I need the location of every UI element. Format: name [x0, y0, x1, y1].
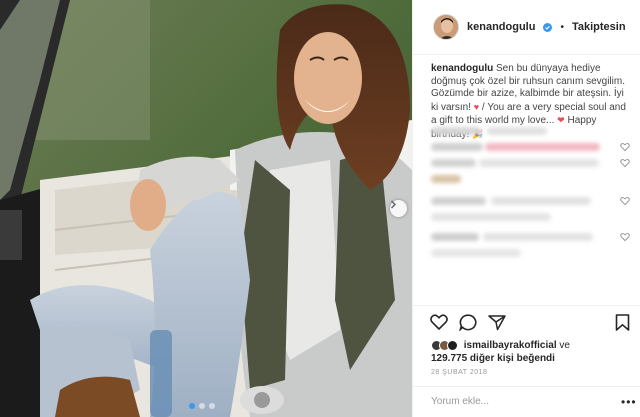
bookmark-icon [615, 314, 630, 331]
liker-avatar [447, 339, 458, 351]
carousel-dot [209, 403, 215, 409]
comment-item [413, 123, 640, 139]
action-icon-group [430, 314, 506, 331]
post-actions: ismailbayrakofficial ve 129.775 diğer ki… [413, 305, 640, 417]
header-separator: • [560, 21, 564, 33]
next-photo-button[interactable] [390, 200, 407, 217]
like-heart-icon[interactable] [430, 314, 448, 330]
comment-like-icon[interactable] [620, 196, 630, 206]
comment-item [413, 229, 640, 245]
add-comment-bar: ••• [413, 386, 640, 417]
author-avatar[interactable] [433, 14, 459, 40]
comment-input[interactable] [431, 396, 611, 407]
post-date: 28 ŞUBAT 2018 [431, 369, 488, 376]
comment-item [413, 245, 640, 261]
likes-count[interactable]: 129.775 diğer kişi beğendi [431, 353, 555, 364]
comment-icon[interactable] [459, 314, 477, 331]
comment-like-icon[interactable] [620, 142, 630, 152]
caption-username[interactable]: kenandogulu [431, 63, 493, 74]
carousel-indicator [189, 403, 215, 409]
likes-connector: ve [559, 340, 570, 351]
comment-item [413, 209, 640, 225]
carousel-dot [199, 403, 205, 409]
likes-summary: ismailbayrakofficial ve 129.775 diğer ki… [431, 339, 636, 365]
liker-avatars [431, 339, 458, 351]
post-photo[interactable] [0, 0, 412, 417]
carousel-dot-active [189, 403, 195, 409]
comment-item [413, 139, 640, 155]
photo-illustration [0, 0, 412, 417]
caption-separator: / [481, 101, 485, 113]
verified-badge-icon [543, 22, 553, 32]
comment-item [413, 171, 640, 187]
comment-item [413, 193, 640, 209]
comment-list [413, 123, 640, 261]
heart-emoji-icon: ♥ [473, 101, 480, 112]
post-sidebar: kenandogulu • Takiptesin kenandogulu Sen… [412, 0, 640, 417]
post-header: kenandogulu • Takiptesin [413, 0, 640, 55]
share-icon[interactable] [488, 314, 506, 331]
first-liker-username[interactable]: ismailbayrakofficial [464, 340, 557, 351]
chevron-right-icon [390, 200, 397, 209]
author-username[interactable]: kenandogulu [467, 21, 535, 33]
avatar-image [434, 15, 458, 39]
comment-like-icon[interactable] [620, 232, 630, 242]
following-button[interactable]: Takiptesin [572, 21, 626, 33]
more-options-button[interactable]: ••• [621, 395, 637, 409]
comment-item [413, 155, 640, 171]
comment-like-icon[interactable] [620, 158, 630, 168]
bookmark-button[interactable] [615, 314, 630, 331]
